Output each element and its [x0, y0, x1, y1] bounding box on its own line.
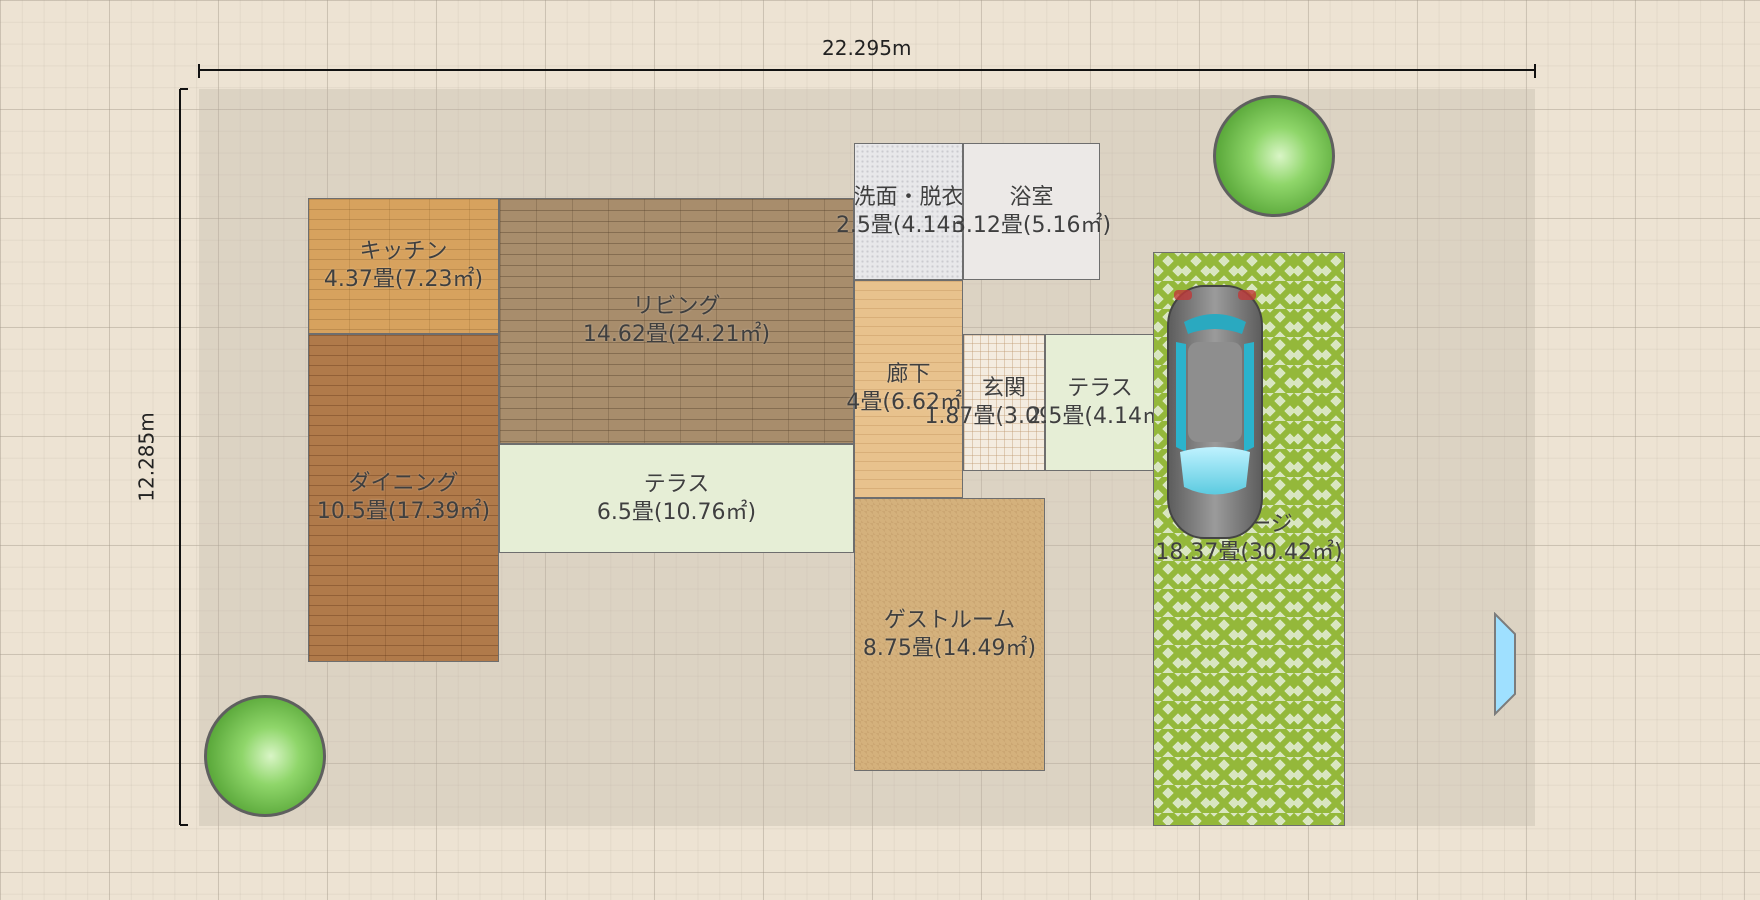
- width-dimension-label: 22.295m: [822, 36, 912, 60]
- room-name: 洗面・脱衣: [853, 184, 964, 210]
- room-name: 浴室: [1009, 184, 1054, 210]
- room-name: ダイニング: [348, 471, 459, 496]
- room-name: 廊下: [886, 362, 931, 387]
- room-area: 8.75畳(14.49㎡): [862, 635, 1037, 661]
- room-bathroom[interactable]: 浴室 3.12畳(5.16㎡): [952, 143, 1111, 280]
- room-name: ゲストルーム: [883, 607, 1016, 633]
- room-name: 玄関: [981, 375, 1026, 401]
- floor-plan-canvas[interactable]: 22.295m 12.285m キッチン 4.37畳(7.23㎡) リビング 1…: [0, 0, 1760, 900]
- room-area: 14.62畳(24.21㎡): [582, 322, 771, 347]
- room-terrace-entry[interactable]: テラス 2.5畳(4.14㎡): [1027, 334, 1173, 471]
- room-terrace-main[interactable]: テラス 6.5畳(10.76㎡): [499, 444, 854, 553]
- room-kitchen[interactable]: キッチン 4.37畳(7.23㎡): [308, 198, 499, 334]
- car-icon[interactable]: [1160, 282, 1270, 542]
- tree-icon[interactable]: [1208, 90, 1340, 222]
- window-icon[interactable]: [1493, 612, 1517, 716]
- room-area: 4.37畳(7.23㎡): [323, 267, 484, 292]
- room-hallway[interactable]: 廊下 4畳(6.62㎡): [846, 280, 971, 498]
- room-name: リビング: [632, 294, 721, 319]
- room-area: 2.5畳(4.14㎡): [1027, 403, 1173, 429]
- height-dimension-label: 12.285m: [134, 412, 159, 502]
- room-name: テラス: [643, 471, 710, 497]
- room-living[interactable]: リビング 14.62畳(24.21㎡): [499, 198, 854, 444]
- room-guest[interactable]: ゲストルーム 8.75畳(14.49㎡): [854, 498, 1045, 771]
- room-area: 6.5畳(10.76㎡): [596, 499, 757, 525]
- room-area: 3.12畳(5.16㎡): [951, 212, 1112, 238]
- room-dining[interactable]: ダイニング 10.5畳(17.39㎡): [308, 334, 499, 662]
- room-area: 18.37畳(30.42㎡): [1155, 540, 1343, 565]
- tree-icon[interactable]: [199, 690, 331, 822]
- room-area: 10.5畳(17.39㎡): [316, 499, 491, 524]
- room-washroom[interactable]: 洗面・脱衣 2.5畳(4.14㎡): [836, 143, 981, 280]
- room-name: キッチン: [359, 239, 448, 264]
- room-name: テラス: [1067, 375, 1133, 401]
